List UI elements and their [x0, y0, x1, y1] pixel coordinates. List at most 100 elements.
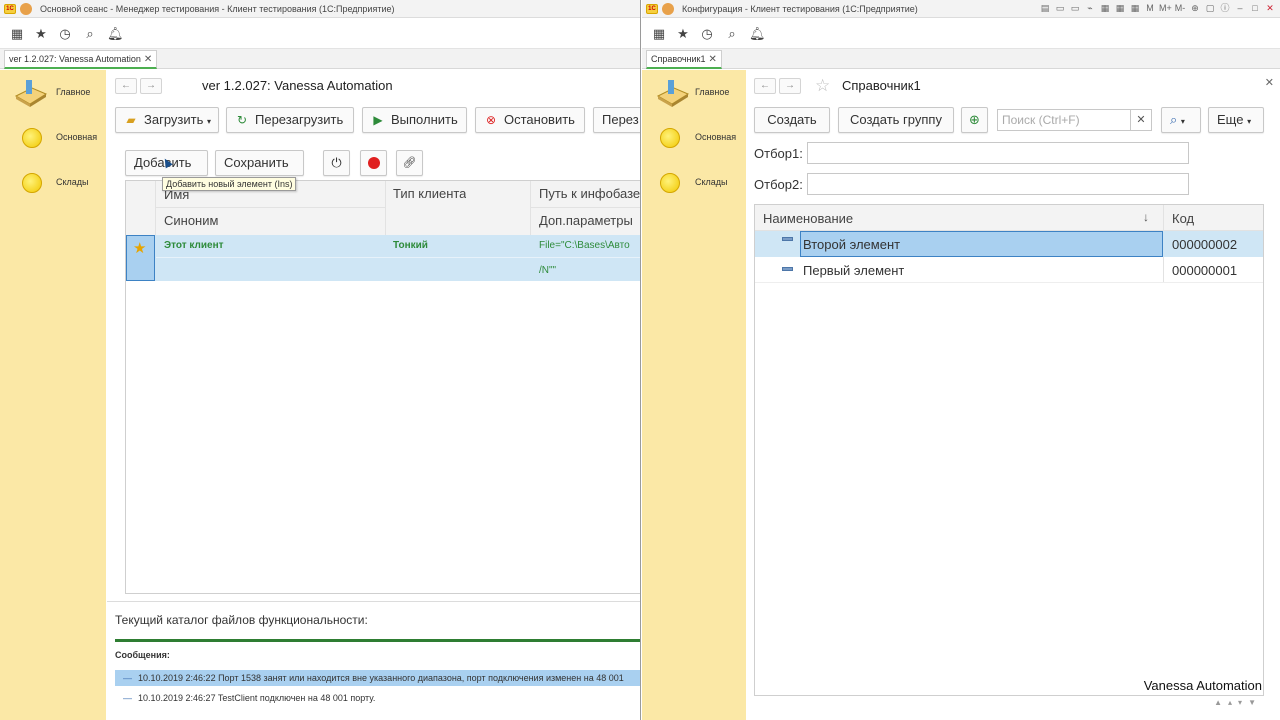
- reconnect-button[interactable]: Перез: [593, 107, 640, 133]
- minimize-icon[interactable]: –: [1234, 2, 1246, 15]
- reload-button[interactable]: ↻ Перезагрузить: [226, 107, 354, 133]
- search-button[interactable]: ⌕ ▾: [1161, 107, 1201, 133]
- save-label: Сохранить: [224, 155, 289, 170]
- section-main[interactable]: Главное: [12, 76, 104, 112]
- scroll-arrows-icon[interactable]: ▲▴▾▼: [1214, 698, 1262, 707]
- tab-label: Справочник1: [651, 54, 706, 64]
- favorite-cell[interactable]: ★: [126, 235, 155, 281]
- tab-catalog1[interactable]: Справочник1 ✕: [646, 50, 722, 69]
- close-form-icon[interactable]: ✕: [1265, 76, 1274, 89]
- section-label: Основная: [695, 132, 737, 142]
- record-button[interactable]: [360, 150, 387, 176]
- bell-icon[interactable]: 🔔︎: [749, 27, 766, 41]
- catalog-list: Наименование ↓ Код Второй элемент 000000…: [754, 204, 1264, 696]
- section-label: Склады: [695, 177, 728, 187]
- back-arrow-icon[interactable]: ←: [115, 78, 137, 94]
- search-icon[interactable]: ⌕: [725, 27, 739, 41]
- section-warehouses[interactable]: Склады: [12, 171, 104, 207]
- apps-grid-icon[interactable]: ▦: [10, 27, 24, 41]
- section-main[interactable]: Главное: [654, 76, 746, 112]
- column-name-header[interactable]: Наименование: [763, 211, 853, 226]
- history-icon[interactable]: ◷: [58, 27, 72, 41]
- stop-icon: ⊗: [485, 113, 497, 127]
- close-icon[interactable]: ✕: [144, 54, 152, 65]
- message-item[interactable]: — 10.10.2019 2:46:22 Порт 1538 занят или …: [115, 670, 640, 686]
- selected-cell[interactable]: Второй элемент: [800, 231, 1163, 257]
- copy-icon[interactable]: ▭: [1054, 2, 1066, 15]
- column-params-header[interactable]: Доп.параметры: [539, 213, 633, 228]
- item-name[interactable]: Первый элемент: [803, 263, 904, 278]
- close-icon[interactable]: ✕: [709, 54, 717, 65]
- load-label: Загрузить: [144, 112, 204, 127]
- history-icon[interactable]: ◷: [700, 27, 714, 41]
- apps-grid-icon[interactable]: ▦: [652, 27, 666, 41]
- column-synonym-header[interactable]: Синоним: [164, 213, 218, 228]
- client-name-cell[interactable]: Этот клиент: [164, 240, 224, 251]
- table-row[interactable]: ★ Этот клиент Тонкий File="C:\Bases\Авто…: [126, 235, 640, 281]
- zoom-icon[interactable]: ⊕: [1189, 2, 1201, 15]
- paste-icon[interactable]: ▭: [1069, 2, 1081, 15]
- calendar-icon[interactable]: ▦: [1099, 2, 1111, 15]
- memory-add-icon[interactable]: M+: [1159, 2, 1172, 15]
- copy-item-button[interactable]: ⊕: [961, 107, 988, 133]
- link-button[interactable]: 🔗︎: [396, 150, 423, 176]
- params-cell[interactable]: /N"": [539, 265, 556, 276]
- item-code[interactable]: 000000002: [1172, 237, 1237, 252]
- filter2-field[interactable]: [807, 173, 1189, 195]
- section-warehouses[interactable]: Склады: [654, 171, 746, 207]
- create-group-button[interactable]: Создать группу: [838, 107, 954, 133]
- forward-arrow-icon[interactable]: →: [779, 78, 801, 94]
- fullscreen-icon[interactable]: ▢: [1204, 2, 1216, 15]
- run-button[interactable]: ▶ Выполнить: [362, 107, 467, 133]
- table-row[interactable]: Первый элемент 000000001: [755, 257, 1263, 283]
- star-icon[interactable]: ★: [34, 27, 48, 41]
- create-button[interactable]: Создать: [754, 107, 830, 133]
- maximize-icon[interactable]: □: [1249, 2, 1261, 15]
- message-text: 10.10.2019 2:46:22 Порт 1538 занят или н…: [138, 673, 624, 683]
- back-arrow-icon[interactable]: ←: [754, 78, 776, 94]
- print-icon[interactable]: ▤: [1039, 2, 1051, 15]
- main-menu-button[interactable]: [20, 3, 32, 15]
- column-client-type-header[interactable]: Тип клиента: [393, 186, 466, 201]
- client-type-cell[interactable]: Тонкий: [393, 240, 428, 251]
- table-icon[interactable]: ▦: [1129, 2, 1141, 15]
- search-icon: ⌕: [1170, 112, 1178, 127]
- app-logo: 1С: [4, 4, 16, 14]
- more-button[interactable]: Еще ▾: [1208, 107, 1264, 133]
- favorite-star-icon[interactable]: ☆: [815, 76, 830, 96]
- stop-label: Остановить: [504, 112, 575, 127]
- section-basic[interactable]: Основная: [654, 126, 746, 162]
- sort-arrow-icon[interactable]: ↓: [1143, 210, 1149, 224]
- close-window-icon[interactable]: ✕: [1264, 2, 1276, 15]
- progress-line: [115, 639, 640, 642]
- table-row[interactable]: Второй элемент 000000002: [755, 231, 1263, 257]
- column-path-header[interactable]: Путь к инфобазе: [539, 186, 640, 201]
- main-menu-button[interactable]: [662, 3, 674, 15]
- link-icon[interactable]: ⌁: [1084, 2, 1096, 15]
- reload-label: Перезагрузить: [255, 112, 344, 127]
- message-item[interactable]: — 10.10.2019 2:46:27 TestClient подключен…: [115, 690, 640, 706]
- path-cell[interactable]: File="C:\Bases\Авто: [539, 240, 640, 251]
- column-code-header[interactable]: Код: [1172, 211, 1194, 226]
- search-icon[interactable]: ⌕: [83, 27, 97, 41]
- section-label: Основная: [56, 132, 98, 142]
- forward-arrow-icon[interactable]: →: [140, 78, 162, 94]
- star-icon[interactable]: ★: [676, 27, 690, 41]
- calculator-icon[interactable]: ▦: [1114, 2, 1126, 15]
- save-button[interactable]: Сохранить: [215, 150, 304, 176]
- section-basic[interactable]: Основная: [12, 126, 104, 162]
- stop-button[interactable]: ⊗ Остановить: [475, 107, 585, 133]
- filter1-field[interactable]: [807, 142, 1189, 164]
- search-input[interactable]: Поиск (Ctrl+F): [997, 109, 1152, 131]
- item-code[interactable]: 000000001: [1172, 263, 1237, 278]
- memory-icon[interactable]: M: [1144, 2, 1156, 15]
- tab-vanessa-automation[interactable]: ver 1.2.027: Vanessa Automation ✕: [4, 50, 158, 69]
- load-button[interactable]: ▰ Загрузить ▾: [115, 107, 219, 133]
- memory-sub-icon[interactable]: M-: [1174, 2, 1186, 15]
- bell-icon[interactable]: 🔔︎: [107, 27, 124, 41]
- power-button[interactable]: ⏻: [323, 150, 350, 176]
- section-circle-icon: [22, 128, 42, 148]
- folder-icon: ▰: [126, 113, 136, 127]
- info-icon[interactable]: ⓘ: [1219, 2, 1231, 15]
- clear-search-icon[interactable]: ✕: [1130, 109, 1152, 131]
